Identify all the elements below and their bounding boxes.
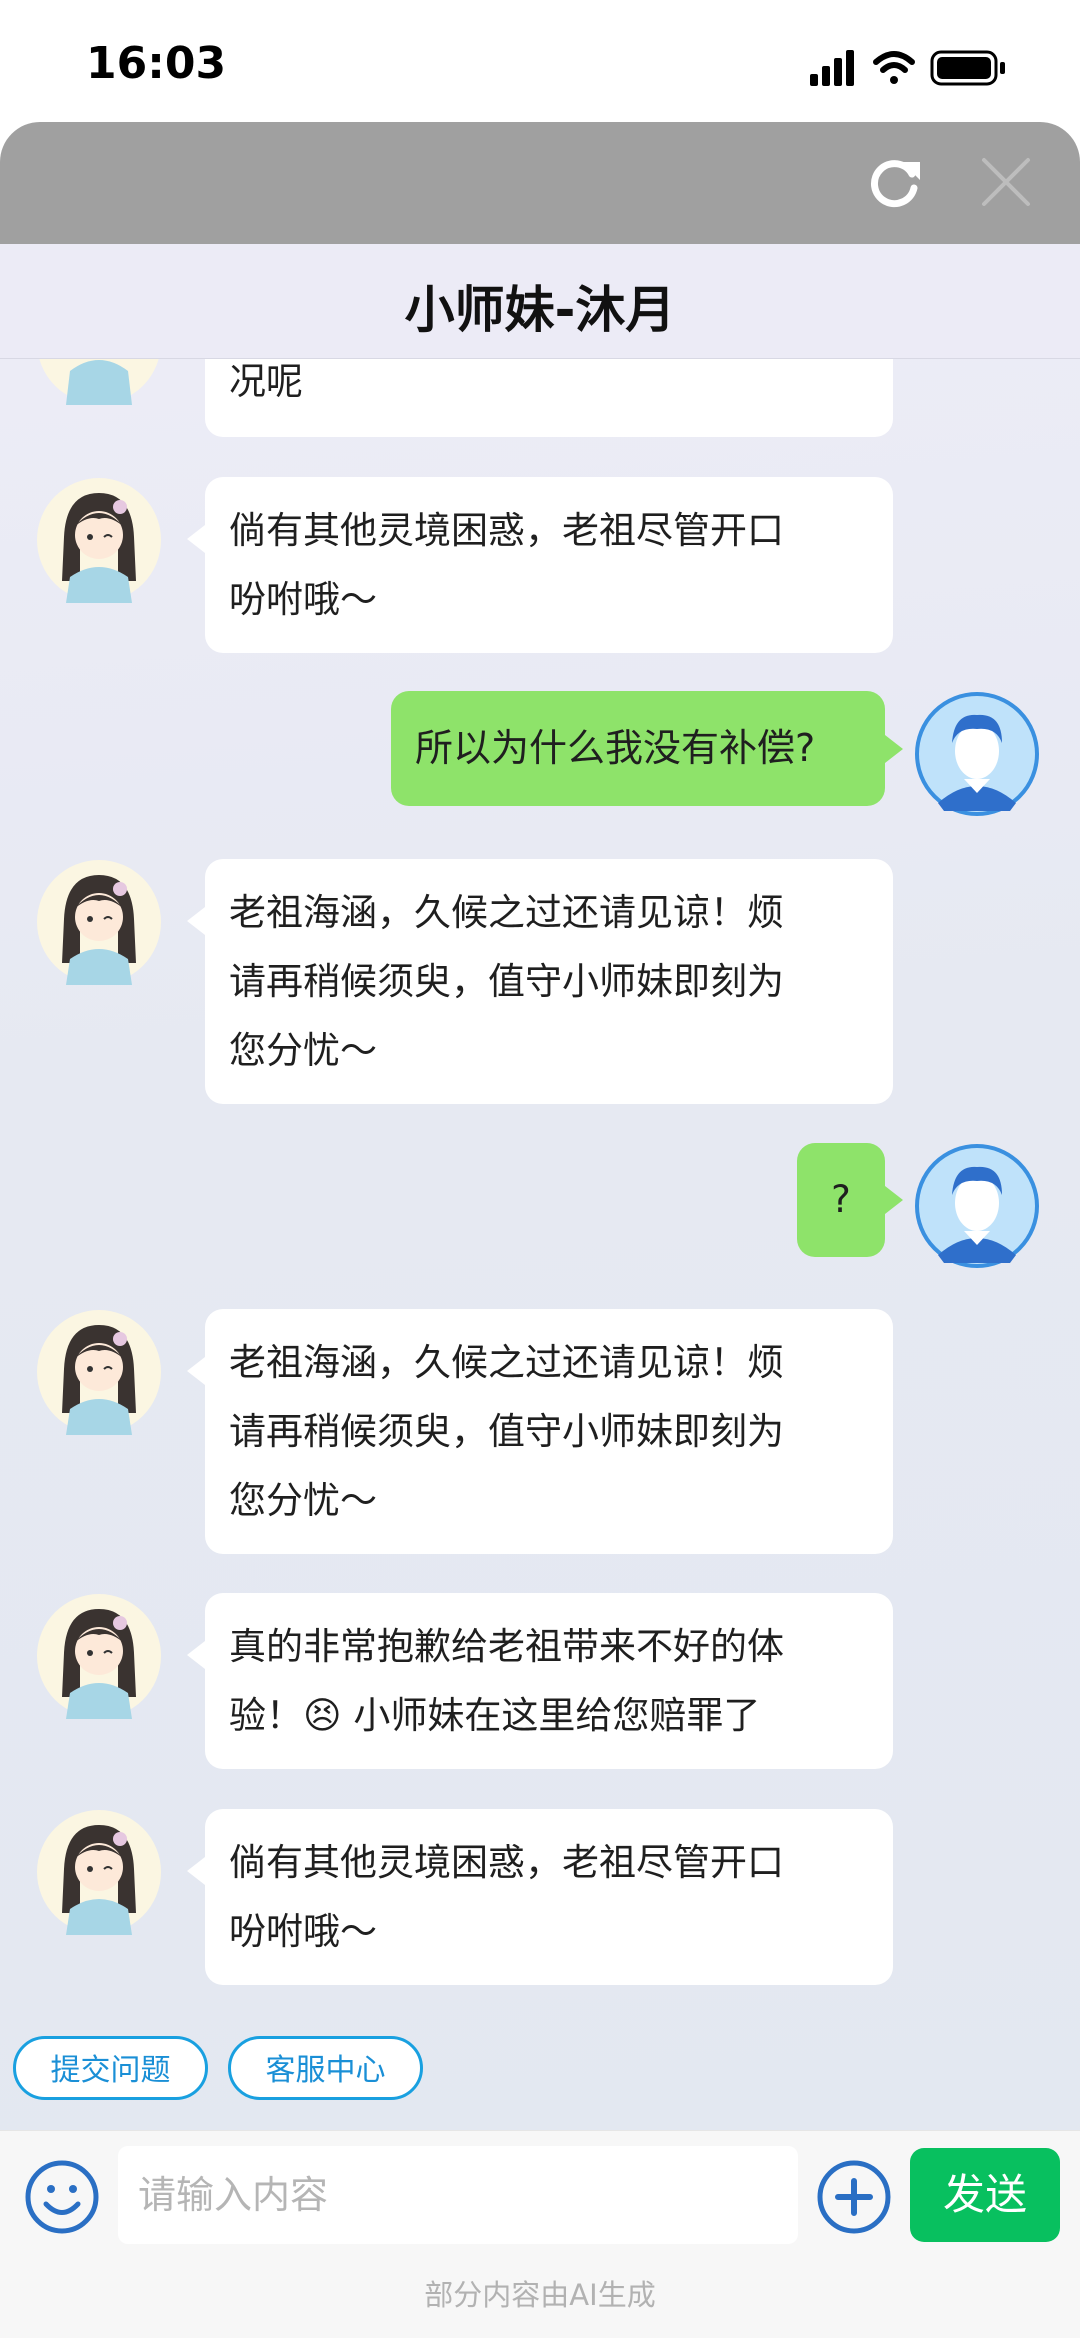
agent-avatar (37, 860, 161, 985)
agent-avatar (37, 478, 161, 603)
message-text-line: 老祖海涵，久候之过还请见谅！烦 (229, 1341, 784, 1384)
message-text-line: 倘有其他灵境困惑，老祖尽管开口 (229, 509, 784, 552)
message-text-line: 请再稍候须臾，值守小师妹即刻为 (229, 1410, 784, 1453)
close-icon[interactable] (976, 152, 1036, 212)
agent-avatar (37, 1810, 161, 1935)
status-bar: 16:03 (0, 0, 1080, 122)
service-center-button[interactable]: 客服中心 (228, 2036, 423, 2100)
message-text-line: 验！😣 小师妹在这里给您赔罪了 (229, 1694, 761, 1737)
user-avatar (915, 1144, 1039, 1268)
message-text-line: ? (831, 1178, 851, 1221)
message-text-line: 老祖海涵，久候之过还请见谅！烦 (229, 891, 784, 934)
page-title: 小师妹-沐月 (404, 281, 676, 339)
message-text-line: 真的非常抱歉给老祖带来不好的体 (229, 1625, 784, 1668)
battery-icon (930, 50, 1005, 86)
message-text-line: 况呢 (229, 360, 303, 403)
message-text-line: 您分忧～ (229, 1479, 377, 1522)
status-time: 16:03 (86, 38, 227, 89)
message-text-line: 倘有其他灵境困惑，老祖尽管开口 (229, 1841, 784, 1884)
signal-icon (810, 50, 854, 86)
agent-avatar (39, 359, 159, 405)
submit-issue-button[interactable]: 提交问题 (13, 2036, 208, 2100)
refresh-icon[interactable] (866, 152, 922, 212)
quick-actions: 提交问题 客服中心 (0, 2036, 1080, 2106)
message-text-line: 您分忧～ (229, 1029, 377, 1072)
message-input[interactable] (118, 2146, 798, 2244)
user-avatar (915, 692, 1039, 816)
message-text-line: 所以为什么我没有补偿? (415, 726, 816, 770)
message-text-line: 请再稍候须臾，值守小师妹即刻为 (229, 960, 784, 1003)
agent-avatar (37, 1310, 161, 1435)
chat-title-bar: 小师妹-沐月 (0, 244, 1080, 359)
ai-disclaimer: 部分内容由AI生成 (424, 2278, 656, 2312)
send-button[interactable]: 发送 (910, 2148, 1060, 2242)
wifi-icon (873, 51, 915, 84)
message-text-line: 吩咐哦～ (229, 578, 377, 621)
emoji-icon[interactable] (22, 2157, 102, 2237)
message-text-line: 吩咐哦～ (229, 1910, 377, 1953)
plus-circle-icon[interactable] (814, 2157, 894, 2237)
chat-messages[interactable]: 况呢 倘有其他灵境困惑，老祖尽管开口 吩咐哦～ 所以为什么我没有补偿? 老祖海涵… (0, 359, 1080, 2130)
agent-avatar (37, 1594, 161, 1719)
status-icons (810, 50, 1005, 86)
